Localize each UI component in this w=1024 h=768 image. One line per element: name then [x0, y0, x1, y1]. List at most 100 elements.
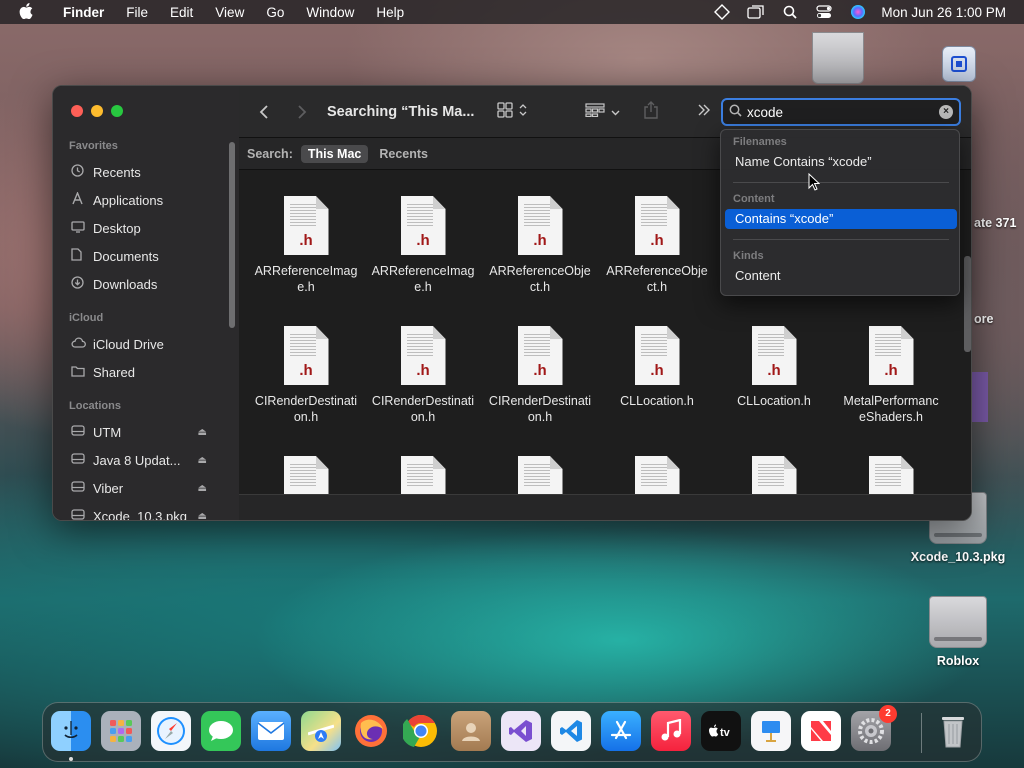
firefox-dock-icon[interactable]	[351, 711, 391, 751]
file-grid-scrollbar[interactable]	[964, 256, 971, 352]
sidebar-item-icloud-drive[interactable]: iCloud Drive	[53, 330, 239, 358]
spotlight-search-icon[interactable]	[773, 5, 807, 19]
eject-icon[interactable]: ⏏	[198, 483, 207, 494]
sidebar-item-viber[interactable]: Viber ⏏	[53, 474, 239, 502]
suggestion-kind-content[interactable]: Content	[725, 266, 957, 286]
file-item-partial[interactable]	[485, 456, 595, 494]
messages-dock-icon[interactable]	[201, 711, 241, 751]
file-item[interactable]: .h CIRenderDestinati on.h	[368, 326, 478, 425]
eject-icon[interactable]: ⏏	[198, 427, 207, 438]
search-field[interactable]: ×	[721, 98, 961, 126]
file-item[interactable]: .h ARReferenceObje ct.h	[485, 196, 595, 295]
keynote-dock-icon[interactable]	[751, 711, 791, 751]
desktop-item-roblox[interactable]: Roblox	[902, 596, 1014, 668]
music-dock-icon[interactable]	[651, 711, 691, 751]
scope-this-mac-button[interactable]: This Mac	[300, 144, 369, 163]
file-item[interactable]: .h ARReferenceObje ct.h	[602, 196, 712, 295]
suggestion-contains[interactable]: Contains “xcode”	[725, 209, 957, 229]
file-item[interactable]: .h CIRenderDestinati on.h	[251, 326, 361, 425]
file-item[interactable]: .h CLLocation.h	[719, 326, 829, 409]
desktop-icon	[71, 220, 93, 236]
double-chevron-right-icon	[697, 103, 711, 121]
file-item[interactable]: .h CIRenderDestinati on.h	[485, 326, 595, 425]
sidebar-item-utm[interactable]: UTM ⏏	[53, 418, 239, 446]
vscode-dock-icon[interactable]	[551, 711, 591, 751]
file-item[interactable]: .h ARReferenceImag e.h	[251, 196, 361, 295]
menu-file[interactable]: File	[115, 5, 159, 20]
siri-icon[interactable]	[841, 4, 875, 20]
diamond-status-icon[interactable]	[705, 4, 739, 20]
menu-help[interactable]: Help	[365, 5, 415, 20]
apple-tv-dock-icon[interactable]: tv	[701, 711, 741, 751]
safari-dock-icon[interactable]	[151, 711, 191, 751]
view-mode-button[interactable]	[497, 86, 527, 138]
menu-go[interactable]: Go	[255, 5, 295, 20]
zoom-window-button[interactable]	[111, 105, 123, 117]
group-button[interactable]	[585, 86, 620, 138]
chrome-dock-icon[interactable]	[401, 711, 441, 751]
eject-icon[interactable]: ⏏	[198, 511, 207, 521]
sidebar-item-label: Documents	[93, 248, 159, 264]
window-status-icon[interactable]	[739, 5, 773, 19]
file-item-partial[interactable]	[251, 456, 361, 494]
back-button[interactable]	[259, 86, 269, 138]
file-item[interactable]: .h MetalPerformanc eShaders.h	[836, 326, 946, 425]
close-window-button[interactable]	[71, 105, 83, 117]
news-dock-icon[interactable]	[801, 711, 841, 751]
sidebar-item-downloads[interactable]: Downloads	[53, 270, 239, 298]
sidebar-item-documents[interactable]: Documents	[53, 242, 239, 270]
file-item-partial[interactable]	[368, 456, 478, 494]
file-name-line-2: on.h	[410, 410, 436, 424]
eject-icon[interactable]: ⏏	[198, 455, 207, 466]
sidebar-scrollbar[interactable]	[229, 142, 235, 328]
system-settings-dock-icon[interactable]: 2	[851, 705, 897, 751]
header-file-icon	[400, 456, 446, 494]
group-icon	[585, 102, 605, 122]
sidebar-item-desktop[interactable]: Desktop	[53, 214, 239, 242]
file-name-line-2: on.h	[293, 410, 319, 424]
sidebar-item-xcode-pkg[interactable]: Xcode_10.3.pkg ⏏	[53, 502, 239, 521]
share-button[interactable]	[643, 86, 659, 138]
launchpad-dock-icon[interactable]	[101, 711, 141, 751]
desktop-disk-top[interactable]	[812, 32, 864, 84]
document-icon	[71, 248, 93, 264]
app-store-dock-icon[interactable]	[601, 711, 641, 751]
menu-edit[interactable]: Edit	[159, 5, 204, 20]
up-down-chevron-icon	[519, 103, 527, 122]
suggestion-name-contains[interactable]: Name Contains “xcode”	[725, 152, 957, 172]
forward-button[interactable]	[297, 86, 307, 138]
desktop-app-icon[interactable]	[942, 46, 976, 82]
file-item-partial[interactable]	[836, 456, 946, 494]
sidebar-item-applications[interactable]: Applications	[53, 186, 239, 214]
maps-dock-icon[interactable]	[301, 711, 341, 751]
menu-clock[interactable]: Mon Jun 26 1:00 PM	[875, 5, 1024, 20]
grid-view-icon	[497, 101, 513, 123]
menu-bar: Finder File Edit View Go Window Help Mon…	[0, 0, 1024, 24]
sidebar-item-recents[interactable]: Recents	[53, 158, 239, 186]
file-item[interactable]: .h ARReferenceImag e.h	[368, 196, 478, 295]
file-item-partial[interactable]	[719, 456, 829, 494]
file-name-line-1: CIRenderDestinati	[488, 394, 592, 408]
file-name-line-1: CLLocation.h	[737, 394, 811, 408]
file-item-partial[interactable]	[602, 456, 712, 494]
clear-search-icon[interactable]: ×	[939, 105, 953, 119]
menu-view[interactable]: View	[204, 5, 255, 20]
file-item[interactable]: .h CLLocation.h	[602, 326, 712, 409]
trash-dock-icon[interactable]	[933, 711, 973, 751]
sidebar-item-shared[interactable]: Shared	[53, 358, 239, 386]
visual-studio-dock-icon[interactable]	[501, 711, 541, 751]
contacts-dock-icon[interactable]	[451, 711, 491, 751]
finder-dock-icon[interactable]	[51, 711, 91, 751]
mail-dock-icon[interactable]	[251, 711, 291, 751]
scope-recents-button[interactable]: Recents	[372, 145, 435, 163]
sidebar-item-java-update[interactable]: Java 8 Updat... ⏏	[53, 446, 239, 474]
menu-window[interactable]: Window	[295, 5, 365, 20]
apple-menu-icon[interactable]	[0, 2, 52, 22]
dd-header-content: Content	[733, 193, 775, 205]
minimize-window-button[interactable]	[91, 105, 103, 117]
menu-app-name[interactable]: Finder	[52, 5, 115, 20]
control-center-icon[interactable]	[807, 5, 841, 19]
search-input[interactable]	[747, 104, 927, 120]
file-name-line-1: CIRenderDestinati	[254, 394, 358, 408]
more-toolbar-button[interactable]	[697, 86, 711, 138]
